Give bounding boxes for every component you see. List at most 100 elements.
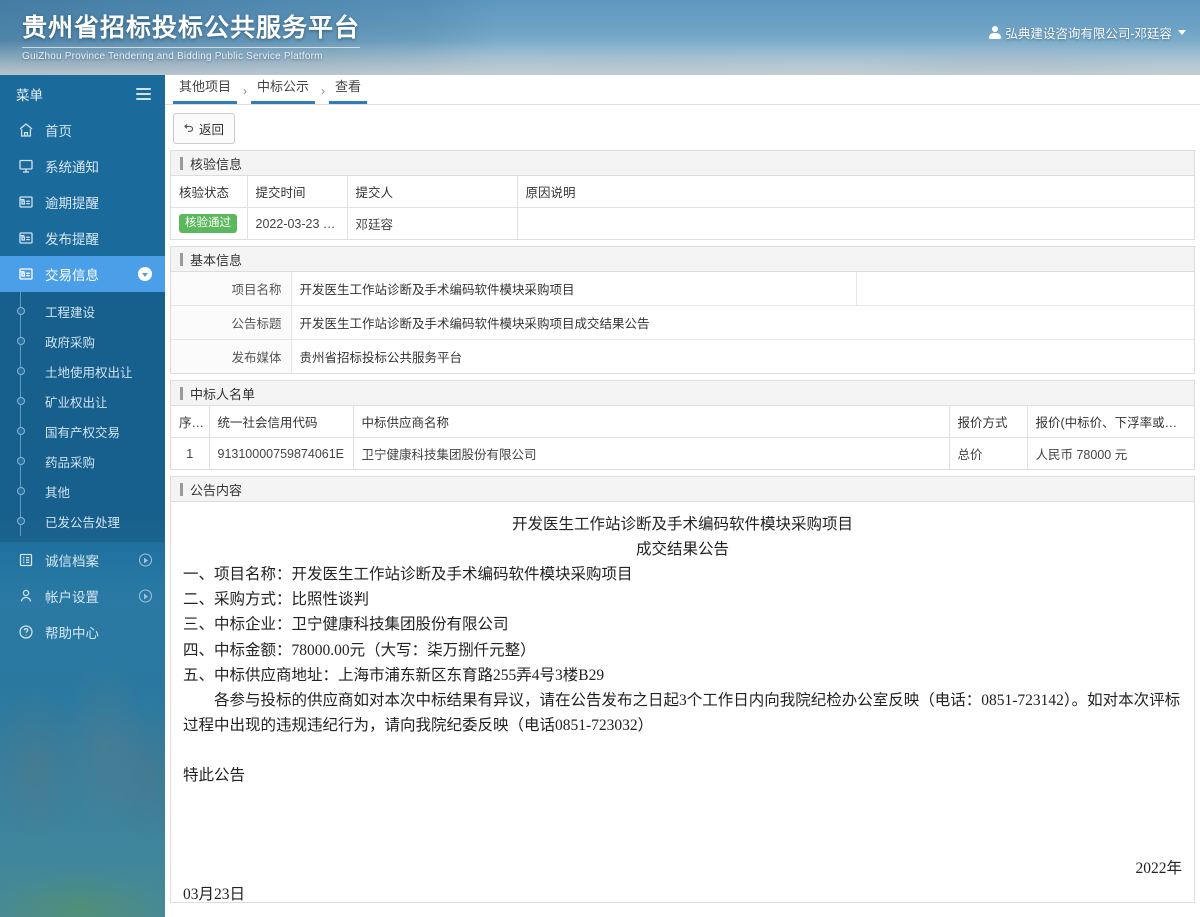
document-list-icon (16, 552, 36, 568)
sidebar-item-label: 交易信息 (45, 268, 99, 283)
back-button[interactable]: 返回 (173, 113, 236, 144)
label-publish-media: 发布媒体 (171, 339, 292, 373)
chevron-right-icon[interactable] (139, 553, 152, 567)
user-name: 弘典建设咨询有限公司-邓廷容 (1005, 27, 1172, 41)
question-circle-icon (16, 624, 36, 640)
breadcrumb: 其他项目 › 中标公示 › 查看 (165, 75, 1200, 105)
sidebar-item-account-settings[interactable]: 帐户设置 (0, 578, 165, 614)
winner-list-panel-title: 中标人名单 (171, 381, 1194, 406)
announcement-line-winning-amount: 四、中标金额：78000.00元（大写：柒万捌仟元整） (183, 641, 536, 659)
announcement-date-monthday: 03月23日 (183, 885, 246, 903)
winner-table: 序号 统一社会信用代码 中标供应商名称 报价方式 报价(中标价、下浮率或费率) … (171, 406, 1194, 469)
sidebar-item-label: 帮助中心 (45, 626, 99, 641)
monitor-icon (16, 158, 36, 174)
sidebar-item-help-center[interactable]: 帮助中心 (0, 614, 165, 650)
column-header-submitter: 提交人 (347, 176, 518, 208)
folder-list-icon (16, 266, 36, 282)
winner-list-panel: 中标人名单 序号 统一社会信用代码 中标供应商名称 报价方式 报价(中标价、下浮… (170, 380, 1195, 470)
breadcrumb-item-other-projects[interactable]: 其他项目 (173, 75, 238, 104)
basic-info-table: 项目名称 开发医生工作站诊断及手术编码软件模块采购项目 公告标题 开发医生工作站… (171, 272, 1194, 373)
table-header-row: 序号 统一社会信用代码 中标供应商名称 报价方式 报价(中标价、下浮率或费率) (171, 406, 1194, 438)
sidebar-menu-header: 菜单 (0, 75, 165, 112)
chevron-down-icon[interactable] (138, 267, 152, 281)
sidebar-item-label: 诚信档案 (45, 554, 99, 569)
sidebar-item-label: 系统通知 (45, 160, 99, 175)
sidebar-subitem-engineering[interactable]: 工程建设 (0, 296, 165, 326)
column-header-submit-time: 提交时间 (247, 176, 348, 208)
column-header-supplier-name: 中标供应商名称 (353, 406, 950, 438)
sidebar-item-system-notice[interactable]: 系统通知 (0, 148, 165, 184)
sidebar-item-label: 发布提醒 (45, 232, 99, 247)
value-project-name: 开发医生工作站诊断及手术编码软件模块采购项目 (291, 272, 857, 306)
sidebar-item-overdue-reminder[interactable]: 逾期提醒 (0, 184, 165, 220)
sidebar-item-transaction-info[interactable]: 交易信息 (0, 256, 165, 292)
chevron-right-icon[interactable] (139, 589, 152, 603)
announcement-title-line1: 开发医生工作站诊断及手术编码软件模块采购项目 (511, 516, 853, 533)
announcement-panel: 公告内容 开发医生工作站诊断及手术编码软件模块采购项目 成交结果公告 一、项目名… (170, 476, 1195, 903)
column-header-no: 序号 (171, 406, 210, 438)
sidebar-subitem-government-procurement[interactable]: 政府采购 (0, 326, 165, 356)
user-menu[interactable]: 弘典建设咨询有限公司-邓廷容 (989, 23, 1186, 42)
sidebar: 菜单 首页 系统通知 逾期提醒 发布提醒 交易信息 工程建设 政府采购 土地使用… (0, 75, 165, 917)
cell-supplier-name: 卫宁健康科技集团股份有限公司 (353, 437, 950, 469)
sidebar-item-credit-file[interactable]: 诚信档案 (0, 542, 165, 578)
announcement-line-procurement-method: 二、采购方式：比照性谈判 (183, 591, 370, 609)
announcement-line-winning-company: 三、中标企业：卫宁健康科技集团股份有限公司 (183, 616, 509, 634)
column-header-credit-code: 统一社会信用代码 (209, 406, 354, 438)
hamburger-icon[interactable] (136, 85, 151, 103)
sidebar-item-home[interactable]: 首页 (0, 112, 165, 148)
sidebar-subitem-mining-rights[interactable]: 矿业权出让 (0, 386, 165, 416)
label-project-name: 项目名称 (171, 272, 292, 306)
cell-submitter: 邓廷容 (347, 207, 518, 239)
user-settings-icon (16, 588, 36, 604)
announcement-line-supplier-address: 五、中标供应商地址：上海市浦东新区东育路255弄4号3楼B29 (183, 666, 605, 684)
sidebar-item-label: 首页 (45, 124, 72, 139)
announcement-date-year: 2022年 (1135, 860, 1182, 878)
sidebar-menu-label: 菜单 (16, 87, 43, 103)
sidebar-item-label: 逾期提醒 (45, 196, 99, 211)
table-row: 公告标题 开发医生工作站诊断及手术编码软件模块采购项目成交结果公告 (171, 305, 1194, 340)
label-announcement-title: 公告标题 (171, 305, 292, 340)
home-icon (16, 122, 36, 138)
cell-submit-time: 2022-03-23 13:13 (247, 207, 348, 239)
column-header-quote-type: 报价方式 (949, 406, 1028, 438)
sidebar-subitem-drug-procurement[interactable]: 药品采购 (0, 446, 165, 476)
brand-title-cn: 贵州省招标投标公共服务平台 (22, 8, 361, 48)
breadcrumb-separator: › (243, 84, 248, 98)
announcement-panel-title: 公告内容 (171, 477, 1194, 502)
column-header-reason: 原因说明 (517, 176, 1194, 208)
cell-quote-type: 总价 (949, 437, 1028, 469)
sidebar-item-publish-reminder[interactable]: 发布提醒 (0, 220, 165, 256)
app-header: 贵州省招标投标公共服务平台 GuiZhou Province Tendering… (0, 0, 1200, 75)
sidebar-subitem-state-property[interactable]: 国有产权交易 (0, 416, 165, 446)
cell-verify-status: 核验通过 (171, 207, 248, 239)
breadcrumb-item-view[interactable]: 查看 (329, 75, 368, 104)
toolbar: 返回 (165, 105, 1200, 150)
status-badge: 核验通过 (179, 214, 237, 233)
verify-panel-title: 核验信息 (171, 151, 1194, 176)
sidebar-item-label: 帐户设置 (45, 590, 99, 605)
basic-info-panel: 基本信息 项目名称 开发医生工作站诊断及手术编码软件模块采购项目 公告标题 开发… (170, 246, 1195, 374)
sidebar-submenu: 工程建设 政府采购 土地使用权出让 矿业权出让 国有产权交易 药品采购 其他 已… (0, 292, 165, 542)
cell-credit-code: 91310000759874061E (209, 437, 354, 469)
announcement-line-project-name: 一、项目名称：开发医生工作站诊断及手术编码软件模块采购项目 (183, 566, 633, 584)
breadcrumb-item-winning-announcement[interactable]: 中标公示 (251, 75, 316, 104)
verify-table: 核验状态 提交时间 提交人 原因说明 核验通过 2022-03-23 13:13… (171, 176, 1194, 239)
cell-quote: 人民币 78000 元 (1035, 448, 1128, 462)
cell-no: 1 (171, 437, 210, 469)
back-button-label: 返回 (199, 123, 225, 137)
announcement-blank-line (183, 738, 1182, 763)
sidebar-subitem-land-use-rights[interactable]: 土地使用权出让 (0, 356, 165, 386)
user-icon (989, 26, 1002, 39)
column-header-verify-status: 核验状态 (171, 176, 248, 208)
announcement-title-line2: 成交结果公告 (635, 541, 729, 559)
sidebar-subitem-published-notices[interactable]: 已发公告处理 (0, 506, 165, 536)
announcement-closing: 特此公告 (183, 767, 246, 785)
announcement-paragraph-objection: 各参与投标的供应商如对本次中标结果有异议，请在公告发布之日起3个工作日内向我院纪… (183, 691, 1181, 734)
page-root: 贵州省招标投标公共服务平台 GuiZhou Province Tendering… (0, 0, 1200, 917)
main-content: 其他项目 › 中标公示 › 查看 返回 核验信息 核验状态 提交时间 提交人 原… (165, 75, 1200, 917)
value-publish-media: 贵州省招标投标公共服务平台 (299, 351, 463, 365)
sidebar-subitem-other[interactable]: 其他 (0, 476, 165, 506)
table-row: 1 91310000759874061E 卫宁健康科技集团股份有限公司 总价 人… (171, 437, 1194, 469)
folder-list-icon (16, 230, 36, 246)
